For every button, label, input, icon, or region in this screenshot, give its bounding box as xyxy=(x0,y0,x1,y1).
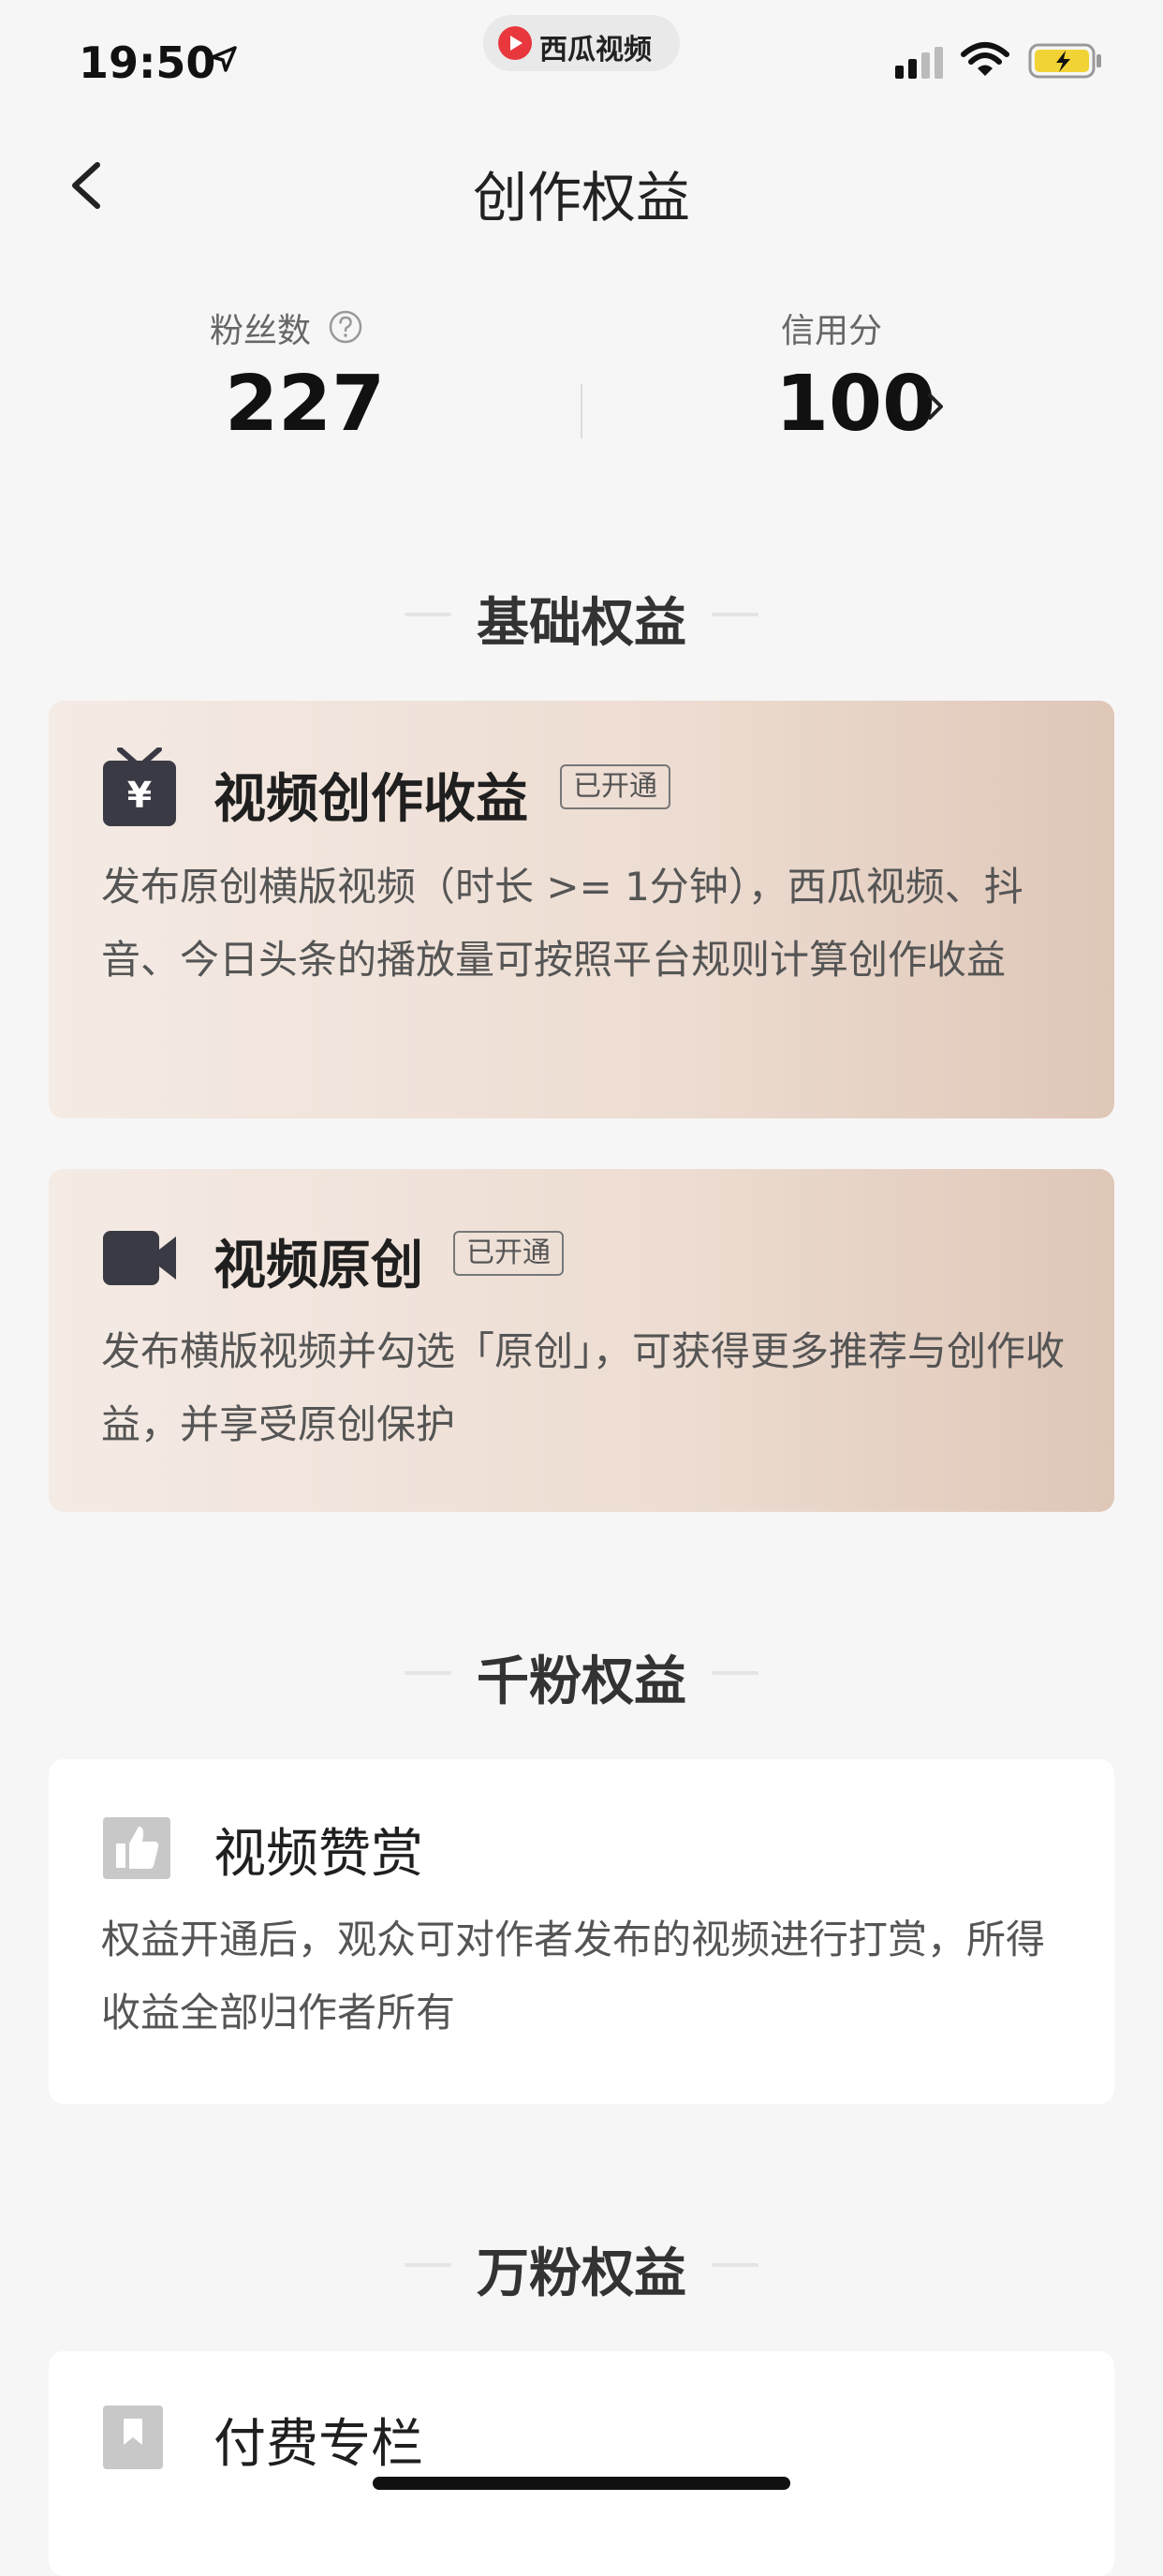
wifi-icon xyxy=(961,42,1009,76)
battery-charging-icon xyxy=(1028,43,1101,79)
tv-yuan-icon: ¥ xyxy=(103,748,176,826)
benefit-card-video-original[interactable]: 视频原创 已开通 发布横版视频并勾选「原创」，可获得更多推荐与创作收益，并享受原… xyxy=(49,1169,1114,1512)
card-description: 发布原创横版视频（时长 >= 1分钟），西瓜视频、抖音、今日头条的播放量可按照平… xyxy=(101,864,1023,983)
home-indicator[interactable] xyxy=(373,2477,790,2490)
section-heading-basic: 基础权益 xyxy=(477,593,686,654)
thumbs-up-icon xyxy=(103,1817,170,1879)
benefit-card-paid-column[interactable]: 付费专栏 xyxy=(49,2351,1114,2576)
status-time: 19:50 xyxy=(79,37,216,88)
status-badge: 已开通 xyxy=(560,764,670,809)
chevron-right-icon[interactable] xyxy=(921,388,950,425)
credit-score-value[interactable]: 100 xyxy=(775,360,935,449)
credit-score-label: 信用分 xyxy=(781,312,883,350)
stats-panel: 粉丝数 227 信用分 100 xyxy=(0,290,1163,478)
benefit-card-video-revenue[interactable]: ¥ 视频创作收益 已开通 发布原创横版视频（时长 >= 1分钟），西瓜视频、抖音… xyxy=(49,701,1114,1118)
back-to-app-pill[interactable]: 西瓜视频 xyxy=(483,15,680,71)
card-description: 权益开通后，观众可对作者发布的视频进行打赏，所得收益全部归作者所有 xyxy=(101,1917,1046,2036)
section-dash-right xyxy=(712,2263,758,2267)
section-dash-right xyxy=(712,613,758,616)
card-title: 视频赞赏 xyxy=(213,1824,423,1885)
location-arrow-icon xyxy=(211,46,237,72)
fans-count-label: 粉丝数 xyxy=(210,312,312,350)
xigua-logo-icon xyxy=(498,26,532,60)
section-heading-ten-thousand-fans: 万粉权益 xyxy=(477,2243,686,2304)
card-description: 发布横版视频并勾选「原创」，可获得更多推荐与创作收益，并享受原创保护 xyxy=(101,1328,1066,1447)
app-name: 西瓜视频 xyxy=(539,34,652,67)
benefit-card-video-tipping[interactable]: 视频赞赏 权益开通后，观众可对作者发布的视频进行打赏，所得收益全部归作者所有 xyxy=(49,1759,1114,2104)
question-help-icon[interactable] xyxy=(328,309,363,345)
section-heading-thousand-fans: 千粉权益 xyxy=(477,1651,686,1712)
cellular-signal-icon xyxy=(895,47,943,79)
card-title: 视频创作收益 xyxy=(213,769,528,830)
navigation-bar: 创作权益 xyxy=(0,131,1163,244)
card-title: 视频原创 xyxy=(213,1236,423,1296)
svg-text:¥: ¥ xyxy=(127,775,152,816)
page-title: 创作权益 xyxy=(472,166,690,229)
status-badge: 已开通 xyxy=(453,1231,564,1276)
video-camera-icon xyxy=(103,1231,176,1285)
stats-divider xyxy=(581,384,582,438)
fans-count-value: 227 xyxy=(225,360,386,449)
paid-column-icon xyxy=(103,2406,163,2469)
section-dash-right xyxy=(712,1671,758,1675)
status-bar: 19:50 西瓜视频 xyxy=(0,0,1163,122)
card-title: 付费专栏 xyxy=(213,2414,423,2475)
